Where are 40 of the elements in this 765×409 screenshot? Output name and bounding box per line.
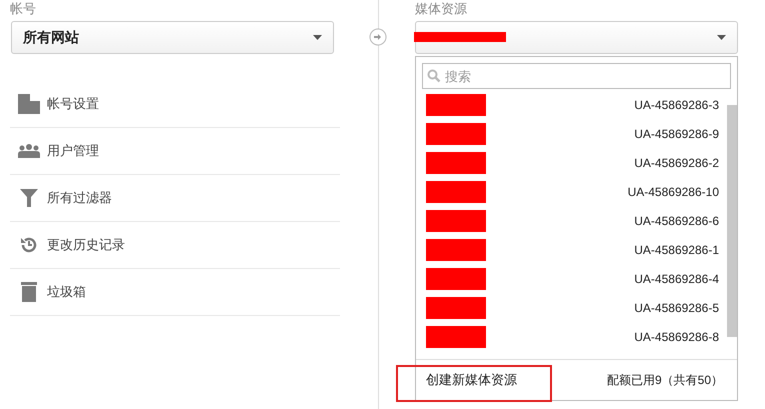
property-id[interactable]: UA-45869286-3: [634, 96, 719, 114]
property-id[interactable]: UA-45869286-8: [634, 328, 719, 346]
search-field[interactable]: 搜索: [422, 63, 731, 89]
menu-item[interactable]: 用户管理: [47, 141, 99, 161]
redaction-mark: [426, 180, 486, 202]
quota-text: 配额已用9（共有50）: [606, 372, 723, 389]
trash-icon: [20, 282, 36, 302]
search-icon: [427, 69, 441, 83]
caret-icon: [717, 35, 726, 40]
property-id[interactable]: UA-45869286-9: [634, 124, 719, 142]
create-property-link[interactable]: 创建新媒体资源: [426, 370, 517, 390]
property-id[interactable]: UA-45869286-6: [634, 212, 719, 230]
menu-item[interactable]: 所有过滤器: [47, 188, 112, 208]
property-dropdown[interactable]: [415, 21, 738, 54]
redaction-mark: [426, 326, 486, 348]
menu-item[interactable]: 更改历史记录: [47, 235, 125, 255]
property-id[interactable]: UA-45869286-2: [634, 154, 719, 172]
filter-icon: [20, 189, 38, 207]
redaction-mark: [426, 210, 486, 232]
account-dropdown[interactable]: 所有网站: [11, 21, 334, 54]
caret-icon: [313, 35, 322, 40]
scrollbar-thumb[interactable]: [727, 105, 737, 337]
menu-item[interactable]: 垃圾箱: [47, 282, 86, 302]
redaction-mark: [426, 268, 486, 290]
building-icon: [18, 94, 40, 114]
redaction-mark: [426, 122, 486, 144]
redaction-mark: [426, 152, 486, 174]
property-id[interactable]: UA-45869286-4: [634, 270, 719, 288]
redaction-mark: [426, 238, 486, 260]
property-id[interactable]: UA-45869286-10: [628, 182, 719, 200]
redaction-mark: [426, 296, 486, 318]
property-id[interactable]: UA-45869286-1: [634, 240, 719, 258]
arrow-circle-icon: [369, 28, 387, 46]
property-id[interactable]: UA-45869286-5: [634, 298, 719, 316]
redaction-mark: [426, 94, 486, 116]
menu-item[interactable]: 帐号设置: [47, 94, 99, 114]
property-label: 媒体资源: [415, 1, 468, 17]
account-label: 帐号: [10, 1, 37, 17]
history-icon: [20, 236, 38, 254]
people-icon: [18, 144, 40, 158]
